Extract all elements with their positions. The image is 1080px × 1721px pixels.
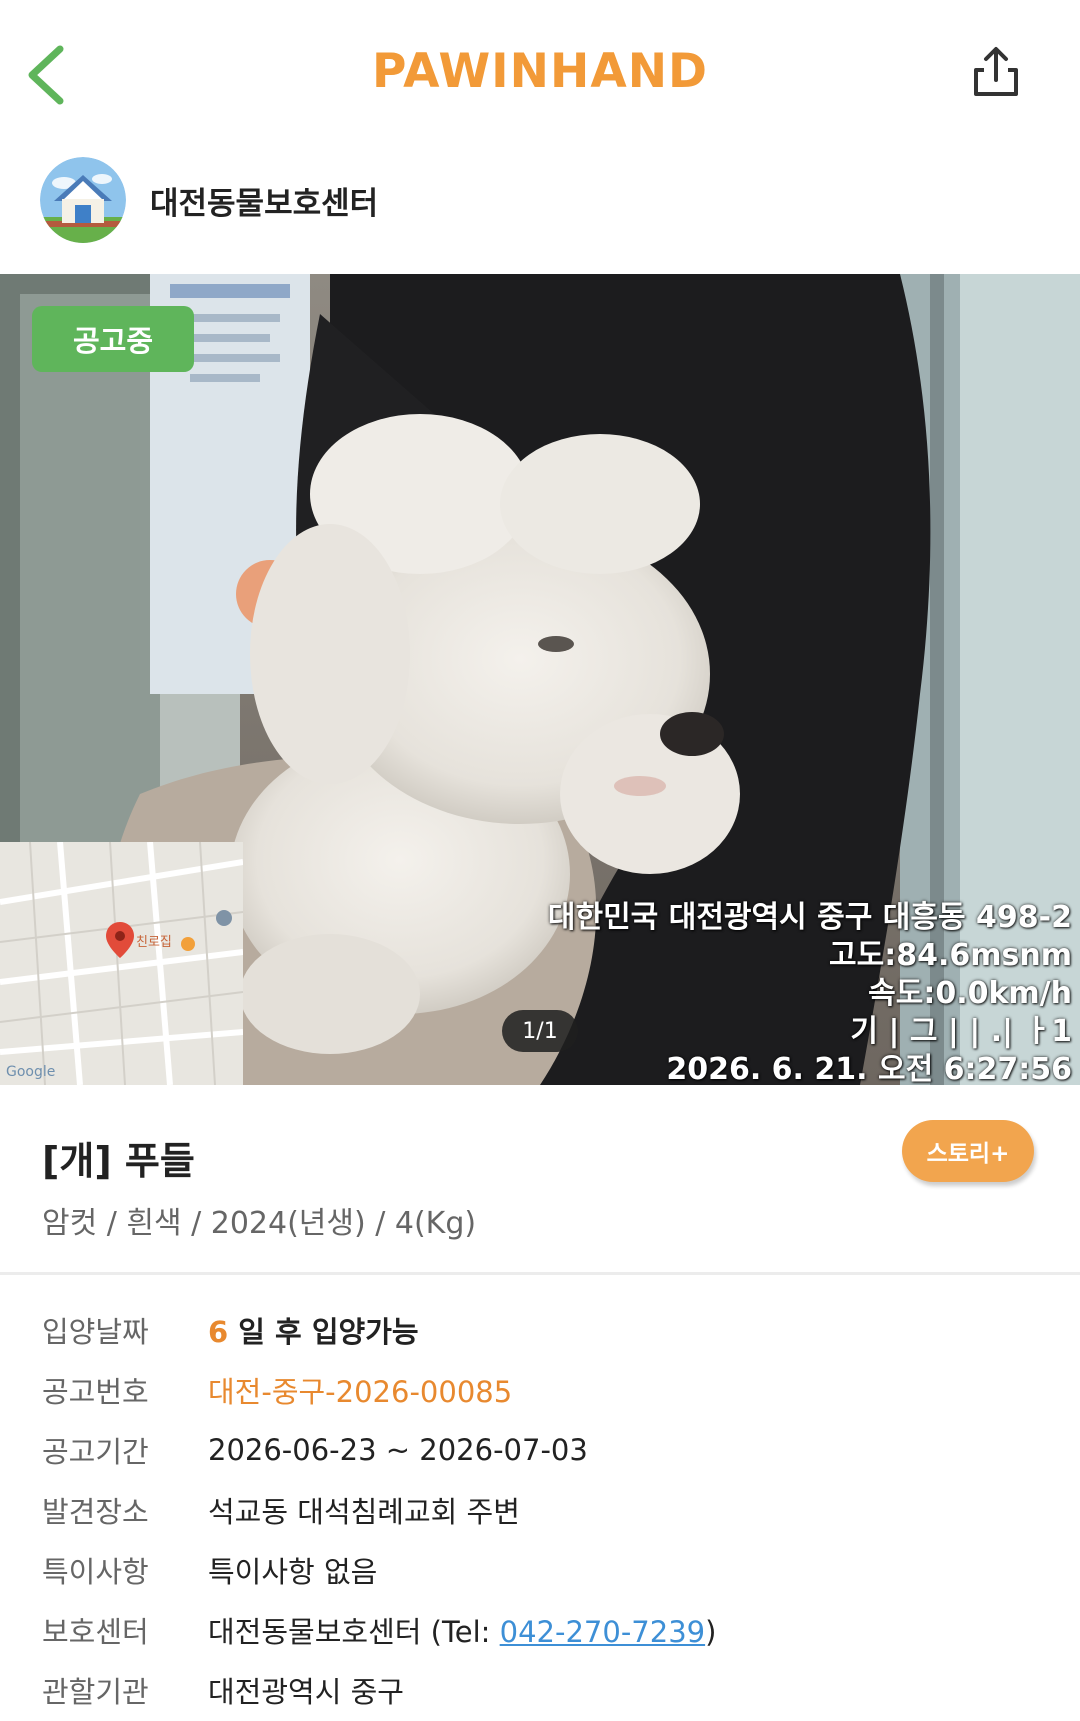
geotag-altitude: 고도:84.6msnm <box>829 938 1072 973</box>
shelter-contact-close: ) <box>705 1615 717 1649</box>
notice-number-value: 대전-중구-2026-00085 <box>208 1375 513 1409</box>
divider <box>0 1272 1080 1275</box>
info-label: 공고기간 <box>42 1435 149 1469</box>
geotag-address: 대한민국 대전광역시 중구 대흥동 498-2 <box>547 900 1072 935</box>
info-row-shelter: 보호센터 대전동물보호센터 (Tel: 042-270-7239) <box>42 1600 1042 1660</box>
map-thumbnail: 친로집 Google <box>0 842 243 1085</box>
info-label: 입양날짜 <box>42 1315 149 1349</box>
photo-geotag: 대한민국 대전광역시 중구 대흥동 498-2 고도:84.6msnm 속도:0… <box>548 899 1072 1085</box>
map-poi-label: 친로집 <box>136 935 172 950</box>
info-label: 보호센터 <box>42 1615 149 1649</box>
share-icon <box>974 47 1018 96</box>
avatar <box>40 157 126 243</box>
animal-summary: 암컷 / 흰색 / 2024(년생) / 4(Kg) <box>42 1206 477 1241</box>
found-place-value: 석교동 대석침례교회 주변 <box>208 1495 520 1529</box>
special-notes-value: 특이사항 없음 <box>208 1555 378 1589</box>
info-label: 발견장소 <box>42 1495 149 1529</box>
shelter-name: 대전동물보호센터 <box>150 185 379 222</box>
info-table: 입양날짜 6 일 후 입양가능 공고번호 대전-중구-2026-00085 공고… <box>42 1300 1042 1720</box>
status-badge: 공고중 <box>32 306 194 372</box>
info-row-adopt-date: 입양날짜 6 일 후 입양가능 <box>42 1300 1042 1360</box>
info-row-authority: 관할기관 대전광역시 중구 <box>42 1660 1042 1720</box>
geotag-datetime: 2026. 6. 21. 오전 6:27:56 <box>666 1052 1072 1085</box>
shelter-profile[interactable]: 대전동물보호센터 <box>40 155 378 245</box>
shelter-contact-value: 대전동물보호센터 (Tel: 042-270-7239) <box>208 1609 716 1651</box>
adopt-suffix: 일 후 입양가능 <box>228 1315 419 1349</box>
house-icon <box>40 157 126 243</box>
notice-period-value: 2026-06-23 ~ 2026-07-03 <box>208 1433 588 1467</box>
adopt-date-value: 6 일 후 입양가능 <box>208 1309 419 1351</box>
info-label: 특이사항 <box>42 1555 149 1589</box>
authority-value: 대전광역시 중구 <box>208 1675 404 1709</box>
info-label: 관할기관 <box>42 1675 149 1709</box>
google-logo: Google <box>6 1064 55 1080</box>
info-row-found-place: 발견장소 석교동 대석침례교회 주변 <box>42 1480 1042 1540</box>
photo-counter: 1/1 <box>502 1010 578 1052</box>
animal-photo[interactable]: 공고중 친로집 Google 대한민국 대전광역시 중구 대흥동 498-2 고… <box>0 274 1080 1085</box>
brand-logo: PAWINHAND <box>371 44 709 99</box>
adopt-days: 6 <box>208 1315 229 1349</box>
info-row-notice-number: 공고번호 대전-중구-2026-00085 <box>42 1360 1042 1420</box>
app-header: PAWINHAND <box>0 0 1080 140</box>
phone-link[interactable]: 042-270-7239 <box>500 1615 705 1649</box>
story-button[interactable]: 스토리+ <box>902 1120 1034 1182</box>
geotag-misc: 기 | 그 | | .| ㅏ1 <box>850 1014 1072 1049</box>
animal-title: [개] 푸들 <box>42 1139 195 1183</box>
geotag-speed: 속도:0.0km/h <box>868 976 1072 1011</box>
info-label: 공고번호 <box>42 1375 149 1409</box>
info-row-special-notes: 특이사항 특이사항 없음 <box>42 1540 1042 1600</box>
shelter-contact-name: 대전동물보호센터 (Tel: <box>208 1615 500 1649</box>
info-row-notice-period: 공고기간 2026-06-23 ~ 2026-07-03 <box>42 1420 1042 1480</box>
share-button[interactable] <box>968 44 1024 100</box>
